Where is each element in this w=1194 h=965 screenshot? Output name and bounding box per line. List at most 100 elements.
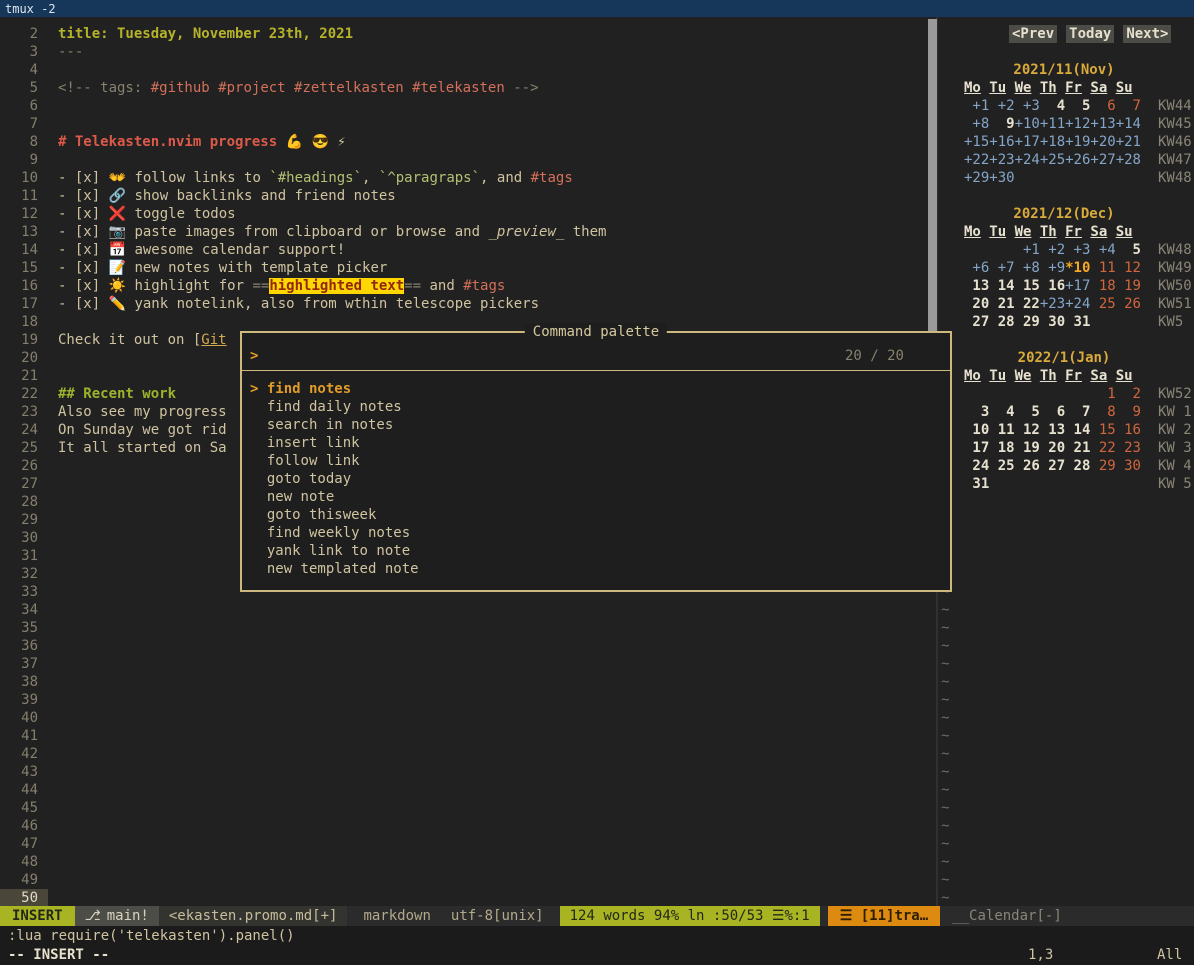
calendar-day[interactable]: 16 bbox=[1116, 421, 1141, 439]
calendar-day[interactable]: 20 bbox=[964, 295, 989, 313]
calendar-day[interactable]: 31 bbox=[964, 475, 989, 493]
calendar-day[interactable]: 26 bbox=[1015, 457, 1040, 475]
calendar-day[interactable]: 27 bbox=[1040, 457, 1065, 475]
calendar-day[interactable]: 5 bbox=[1116, 241, 1141, 259]
calendar-day[interactable]: +15 bbox=[964, 133, 989, 151]
calendar-day[interactable]: +27 bbox=[1090, 151, 1115, 169]
command-line[interactable]: :lua require('telekasten').panel() bbox=[0, 926, 1194, 945]
calendar-day[interactable]: 30 bbox=[1116, 457, 1141, 475]
calendar-day[interactable]: 19 bbox=[1015, 439, 1040, 457]
calendar-day[interactable]: 20 bbox=[1040, 439, 1065, 457]
calendar-day[interactable]: 9 bbox=[989, 115, 1014, 133]
palette-item[interactable]: insert link bbox=[242, 434, 950, 452]
calendar-day[interactable]: 15 bbox=[1090, 421, 1115, 439]
calendar-day[interactable]: +6 bbox=[964, 259, 989, 277]
calendar-day[interactable]: +14 bbox=[1116, 115, 1141, 133]
calendar-day[interactable]: 7 bbox=[1065, 403, 1090, 421]
calendar-window[interactable]: <Prev Today Next> 2021/11(Nov)MoTuWeThFr… bbox=[939, 17, 1194, 906]
calendar-day[interactable]: +22 bbox=[964, 151, 989, 169]
calendar-day[interactable]: +20 bbox=[1090, 133, 1115, 151]
calendar-day[interactable]: 30 bbox=[1040, 313, 1065, 331]
calendar-day[interactable]: 13 bbox=[964, 277, 989, 295]
git-branch-segment[interactable]: ⎇main! bbox=[75, 906, 159, 926]
calendar-day[interactable]: 9 bbox=[1116, 403, 1141, 421]
palette-item[interactable]: goto thisweek bbox=[242, 506, 950, 524]
calendar-next-button[interactable]: Next> bbox=[1123, 25, 1171, 43]
calendar-day[interactable]: +3 bbox=[1065, 241, 1090, 259]
palette-item[interactable]: new templated note bbox=[242, 560, 950, 578]
calendar-day[interactable]: +1 bbox=[1015, 241, 1040, 259]
calendar-day[interactable]: 7 bbox=[1116, 97, 1141, 115]
calendar-day[interactable]: +26 bbox=[1065, 151, 1090, 169]
calendar-day[interactable]: +25 bbox=[1040, 151, 1065, 169]
calendar-day[interactable]: 18 bbox=[989, 439, 1014, 457]
calendar-day[interactable]: +10 bbox=[1015, 115, 1040, 133]
calendar-day[interactable]: +17 bbox=[1015, 133, 1040, 151]
palette-item[interactable]: find daily notes bbox=[242, 398, 950, 416]
calendar-day[interactable]: 10 bbox=[964, 421, 989, 439]
calendar-day[interactable]: 28 bbox=[1065, 457, 1090, 475]
calendar-day[interactable]: 19 bbox=[1116, 277, 1141, 295]
calendar-day[interactable]: +17 bbox=[1065, 277, 1090, 295]
palette-item[interactable]: follow link bbox=[242, 452, 950, 470]
calendar-day[interactable]: +11 bbox=[1040, 115, 1065, 133]
palette-item[interactable]: yank link to note bbox=[242, 542, 950, 560]
palette-item[interactable]: find weekly notes bbox=[242, 524, 950, 542]
calendar-day[interactable]: 31 bbox=[1065, 313, 1090, 331]
calendar-day[interactable]: 14 bbox=[989, 277, 1014, 295]
calendar-day[interactable]: +18 bbox=[1040, 133, 1065, 151]
calendar-day[interactable]: 6 bbox=[1090, 97, 1115, 115]
calendar-day[interactable]: 12 bbox=[1015, 421, 1040, 439]
palette-item[interactable]: >find notes bbox=[242, 380, 950, 398]
calendar-day[interactable]: +13 bbox=[1090, 115, 1115, 133]
calendar-day[interactable]: 4 bbox=[1040, 97, 1065, 115]
calendar-day[interactable]: 18 bbox=[1090, 277, 1115, 295]
calendar-day[interactable]: +3 bbox=[1015, 97, 1040, 115]
calendar-day[interactable]: 25 bbox=[1090, 295, 1115, 313]
calendar-day[interactable]: 29 bbox=[1090, 457, 1115, 475]
calendar-day[interactable]: 17 bbox=[964, 439, 989, 457]
calendar-day[interactable]: +29 bbox=[964, 169, 989, 187]
calendar-day[interactable]: 25 bbox=[989, 457, 1014, 475]
calendar-day[interactable]: +2 bbox=[989, 97, 1014, 115]
calendar-day[interactable]: 2 bbox=[1116, 385, 1141, 403]
calendar-day[interactable]: 27 bbox=[964, 313, 989, 331]
calendar-day[interactable]: 11 bbox=[989, 421, 1014, 439]
calendar-day[interactable]: 3 bbox=[964, 403, 989, 421]
calendar-day[interactable]: 13 bbox=[1040, 421, 1065, 439]
calendar-day[interactable]: 8 bbox=[1090, 403, 1115, 421]
calendar-day[interactable]: 21 bbox=[1065, 439, 1090, 457]
calendar-day[interactable]: +23 bbox=[1040, 295, 1065, 313]
calendar-day[interactable]: 5 bbox=[1015, 403, 1040, 421]
tab-indicator-segment[interactable]: ☰ [11]tra… bbox=[828, 906, 940, 926]
scrollbar-thumb[interactable] bbox=[928, 19, 937, 332]
calendar-day[interactable]: 22 bbox=[1015, 295, 1040, 313]
calendar-day[interactable]: 14 bbox=[1065, 421, 1090, 439]
calendar-day[interactable]: +24 bbox=[1015, 151, 1040, 169]
calendar-day[interactable]: +28 bbox=[1116, 151, 1141, 169]
palette-search-input[interactable] bbox=[267, 347, 845, 365]
calendar-day[interactable]: +1 bbox=[964, 97, 989, 115]
calendar-day[interactable]: 16 bbox=[1040, 277, 1065, 295]
palette-item[interactable]: goto today bbox=[242, 470, 950, 488]
calendar-day[interactable]: +4 bbox=[1090, 241, 1115, 259]
calendar-prev-button[interactable]: <Prev bbox=[1009, 25, 1057, 43]
calendar-day[interactable]: +9 bbox=[1040, 259, 1065, 277]
calendar-day[interactable]: 15 bbox=[1015, 277, 1040, 295]
calendar-day[interactable]: 21 bbox=[989, 295, 1014, 313]
calendar-day[interactable]: 26 bbox=[1116, 295, 1141, 313]
calendar-day[interactable]: +16 bbox=[989, 133, 1014, 151]
calendar-day[interactable]: +2 bbox=[1040, 241, 1065, 259]
calendar-day[interactable]: +8 bbox=[1015, 259, 1040, 277]
palette-item[interactable]: search in notes bbox=[242, 416, 950, 434]
calendar-day[interactable]: 28 bbox=[989, 313, 1014, 331]
filename-segment[interactable]: <ekasten.promo.md[+] bbox=[159, 906, 348, 926]
calendar-day[interactable]: 4 bbox=[989, 403, 1014, 421]
calendar-day[interactable]: 11 bbox=[1090, 259, 1115, 277]
calendar-day[interactable]: +12 bbox=[1065, 115, 1090, 133]
calendar-day[interactable]: *10 bbox=[1065, 259, 1090, 277]
calendar-day[interactable]: 6 bbox=[1040, 403, 1065, 421]
calendar-day[interactable]: +21 bbox=[1116, 133, 1141, 151]
calendar-day[interactable]: 1 bbox=[1090, 385, 1115, 403]
calendar-day[interactable]: 29 bbox=[1015, 313, 1040, 331]
